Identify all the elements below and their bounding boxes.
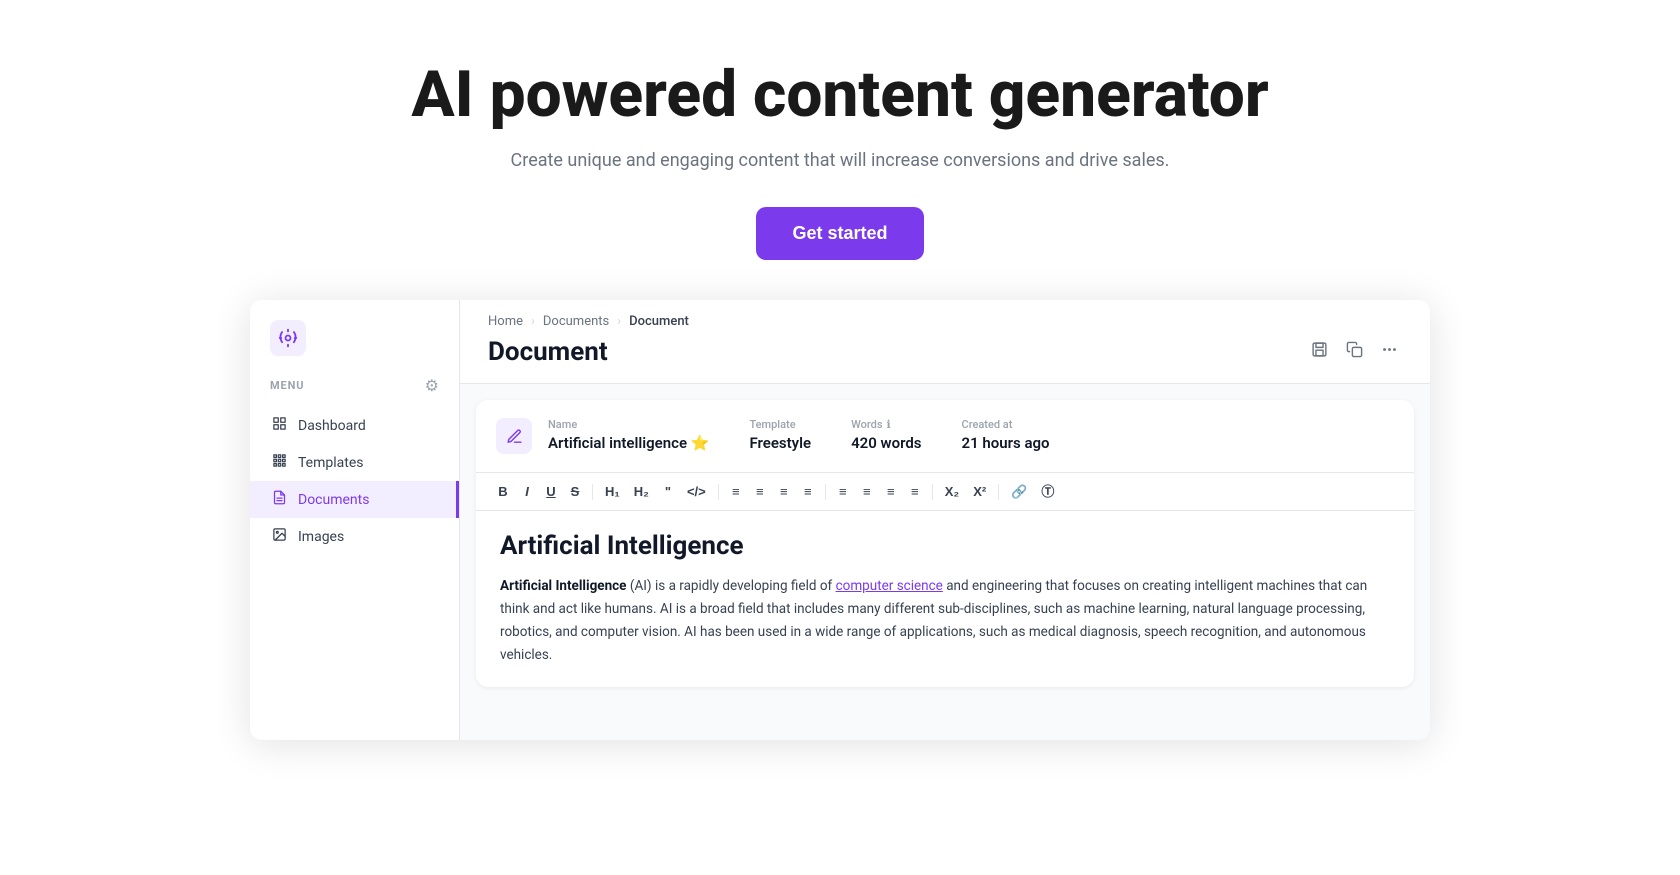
toolbar-divider-5: [998, 484, 999, 500]
name-value: Artificial intelligence ⭐: [548, 434, 709, 452]
editor-body[interactable]: Artificial Intelligence (AI) is a rapidl…: [500, 575, 1390, 667]
sidebar-logo: [250, 320, 459, 376]
h2-button[interactable]: H₂: [628, 481, 655, 502]
hero-title: AI powered content generator: [411, 60, 1268, 130]
code-button[interactable]: </>: [681, 481, 712, 502]
doc-meta-fields: Name Artificial intelligence ⭐ Template …: [548, 418, 1394, 452]
align-left-button[interactable]: ≡: [832, 481, 854, 502]
doc-meta: Name Artificial intelligence ⭐ Template …: [476, 400, 1414, 473]
words-value: 420 words: [851, 434, 921, 452]
editor-toolbar: B I U S H₁ H₂ " </> ≡ ≡ ≡ ≡ ≡ ≡ ≡ ≡: [476, 473, 1414, 511]
unordered-list-button[interactable]: ≡: [749, 481, 771, 502]
app-window: MENU ⚙ Dashboard Templates: [250, 300, 1430, 740]
breadcrumb-sep-2: ›: [617, 314, 621, 329]
editor-link[interactable]: computer science: [836, 578, 943, 594]
name-label: Name: [548, 418, 709, 431]
editor-bold-intro: Artificial Intelligence: [500, 578, 626, 594]
breadcrumb-documents[interactable]: Documents: [543, 314, 609, 329]
link-button[interactable]: 🔗: [1005, 481, 1033, 502]
hero-section: AI powered content generator Create uniq…: [0, 0, 1680, 300]
dashboard-icon: [270, 416, 288, 435]
sidebar-item-templates[interactable]: Templates: [250, 444, 459, 481]
superscript-button[interactable]: X²: [967, 481, 992, 502]
toolbar-divider-2: [718, 484, 719, 500]
italic-button[interactable]: I: [516, 481, 538, 502]
images-label: Images: [298, 529, 344, 545]
copy-icon-button[interactable]: [1342, 337, 1367, 367]
dashboard-label: Dashboard: [298, 418, 366, 434]
template-label: Template: [749, 418, 811, 431]
strikethrough-button[interactable]: S: [564, 481, 586, 502]
underline-button[interactable]: U: [540, 481, 562, 502]
outdent-button[interactable]: ≡: [797, 481, 819, 502]
indent-button[interactable]: ≡: [773, 481, 795, 502]
created-value: 21 hours ago: [962, 434, 1050, 452]
get-started-button[interactable]: Get started: [756, 207, 923, 260]
sidebar-item-documents[interactable]: Documents: [250, 481, 459, 518]
toolbar-divider-1: [592, 484, 593, 500]
words-label: Words ℹ: [851, 418, 921, 431]
bold-button[interactable]: B: [492, 481, 514, 502]
created-label: Created at: [962, 418, 1050, 431]
clear-format-button[interactable]: Ⓣ: [1035, 481, 1060, 502]
menu-label: MENU: [270, 379, 304, 392]
meta-created-field: Created at 21 hours ago: [962, 418, 1050, 452]
hero-subtitle: Create unique and engaging content that …: [511, 150, 1170, 171]
toolbar-icons: [1307, 337, 1402, 367]
page-title: Document: [488, 337, 608, 367]
sidebar-item-dashboard[interactable]: Dashboard: [250, 407, 459, 444]
documents-label: Documents: [298, 492, 369, 508]
editor-intro-text: (AI) is a rapidly developing field of: [626, 578, 835, 594]
subscript-button[interactable]: X₂: [939, 481, 965, 502]
meta-template-field: Template Freestyle: [749, 418, 811, 452]
documents-icon: [270, 490, 288, 509]
settings-icon[interactable]: ⚙: [425, 376, 439, 395]
toolbar-divider-3: [825, 484, 826, 500]
blockquote-button[interactable]: ": [657, 481, 679, 502]
align-justify-button[interactable]: ≡: [904, 481, 926, 502]
templates-icon: [270, 453, 288, 472]
page-title-row: Document: [488, 337, 1402, 383]
align-right-button[interactable]: ≡: [880, 481, 902, 502]
words-info-icon: ℹ: [887, 418, 891, 431]
app-logo-icon: [270, 320, 306, 356]
editor-content[interactable]: Artificial Intelligence Artificial Intel…: [476, 511, 1414, 687]
sidebar-menu-header: MENU ⚙: [250, 376, 459, 407]
favorite-star[interactable]: ⭐: [691, 434, 710, 452]
breadcrumb: Home › Documents › Document: [488, 300, 1402, 337]
meta-name-field: Name Artificial intelligence ⭐: [548, 418, 709, 452]
h1-button[interactable]: H₁: [599, 481, 626, 502]
doc-edit-icon: [496, 418, 532, 454]
save-icon-button[interactable]: [1307, 337, 1332, 367]
breadcrumb-home[interactable]: Home: [488, 314, 523, 329]
template-value: Freestyle: [749, 434, 811, 452]
breadcrumb-current: Document: [629, 314, 689, 329]
toolbar-divider-4: [932, 484, 933, 500]
main-content: Home › Documents › Document Document: [460, 300, 1430, 740]
main-header: Home › Documents › Document Document: [460, 300, 1430, 384]
align-center-button[interactable]: ≡: [856, 481, 878, 502]
sidebar-item-images[interactable]: Images: [250, 518, 459, 555]
sidebar: MENU ⚙ Dashboard Templates: [250, 300, 460, 740]
templates-label: Templates: [298, 455, 364, 471]
document-card: Name Artificial intelligence ⭐ Template …: [476, 400, 1414, 687]
images-icon: [270, 527, 288, 546]
meta-words-field: Words ℹ 420 words: [851, 418, 921, 452]
more-options-button[interactable]: [1377, 337, 1402, 367]
editor-heading: Artificial Intelligence: [500, 531, 1390, 561]
ordered-list-button[interactable]: ≡: [725, 481, 747, 502]
breadcrumb-sep-1: ›: [531, 314, 535, 329]
